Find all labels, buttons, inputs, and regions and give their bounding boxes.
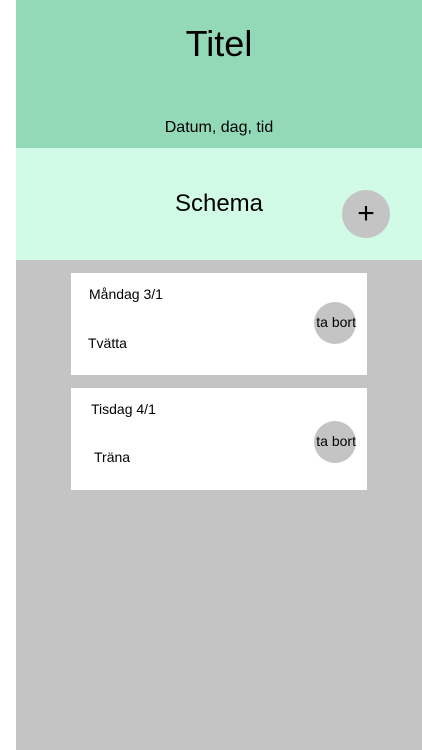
- item-task: Träna: [94, 449, 131, 465]
- delete-button-label: ta bort: [316, 314, 356, 330]
- app-screen: Titel Datum, dag, tid Schema + Måndag 3/…: [16, 0, 422, 750]
- list-item: Tisdag 4/1 Träna ta bort: [71, 388, 367, 490]
- datetime-label: Datum, dag, tid: [164, 119, 274, 136]
- item-date: Tisdag 4/1: [91, 401, 156, 417]
- delete-button[interactable]: ta bort: [314, 302, 356, 344]
- header: Titel Datum, dag, tid: [16, 0, 422, 148]
- schedule-bar: Schema +: [16, 148, 422, 260]
- list-item: Måndag 3/1 Tvätta ta bort: [71, 273, 367, 375]
- item-task: Tvätta: [88, 335, 127, 351]
- page-title: Titel: [185, 23, 253, 64]
- item-date: Måndag 3/1: [89, 286, 163, 302]
- delete-button-label: ta bort: [316, 433, 356, 449]
- delete-button[interactable]: ta bort: [314, 421, 356, 463]
- add-item-button[interactable]: +: [342, 190, 390, 238]
